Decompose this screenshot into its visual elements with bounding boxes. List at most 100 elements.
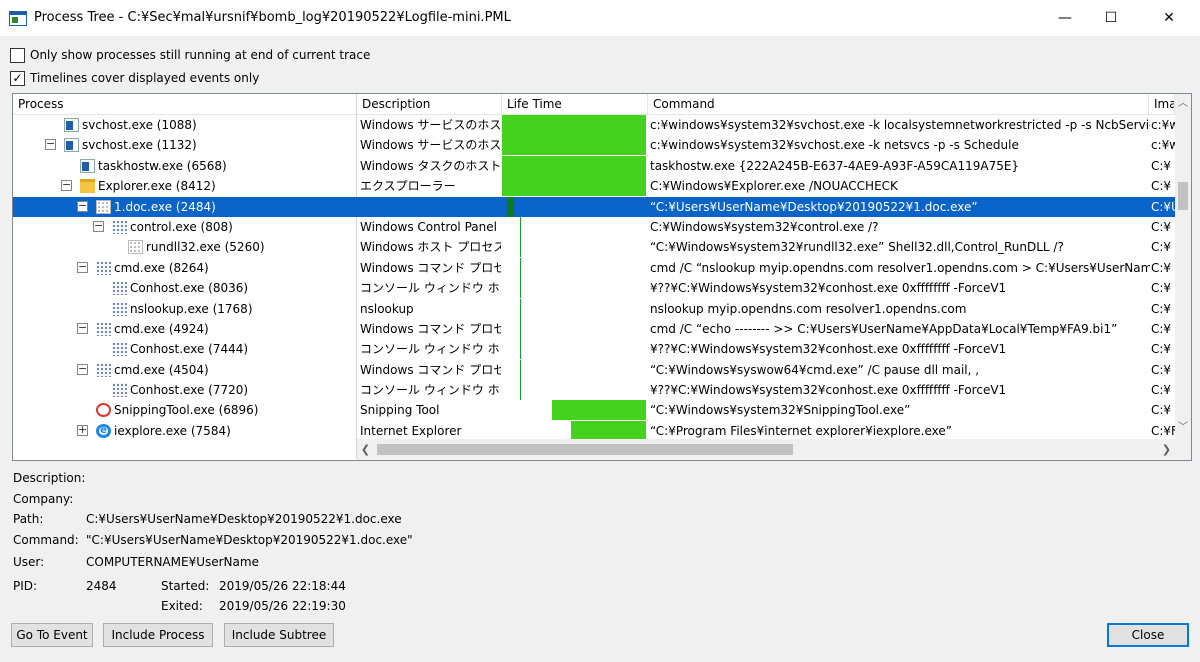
- collapse-node-icon[interactable]: −: [77, 261, 88, 273]
- table-row[interactable]: SnippingTool.exe (6896) Snipping Tool “C:¥…: [13, 400, 1175, 421]
- column-header-description[interactable]: Description: [357, 94, 502, 114]
- command-cell: “C:¥Users¥UserName¥Desktop¥20190522¥1.do…: [650, 199, 978, 214]
- lifetime-cell: [502, 237, 646, 258]
- table-row[interactable]: − svchost.exe (1132) Windows サービスのホスト ... c…: [13, 135, 1175, 156]
- collapse-node-icon[interactable]: −: [45, 138, 56, 151]
- description-cell: コンソール ウィンドウ ホスト: [360, 281, 501, 296]
- image-path-cell: C:¥: [1151, 281, 1172, 296]
- table-row[interactable]: rundll32.exe (5260) Windows ホスト プロセス (...…: [13, 237, 1175, 258]
- lifetime-cell: [502, 115, 646, 135]
- column-header-process[interactable]: Process: [13, 94, 357, 114]
- maximize-button[interactable]: ☐: [1088, 0, 1134, 36]
- only-running-checkbox[interactable]: [10, 47, 25, 63]
- description-cell: Windows ホスト プロセス (...: [360, 240, 501, 255]
- lifetime-tick: [520, 237, 521, 258]
- image-path-cell: C:¥: [1151, 240, 1172, 255]
- include-subtree-button[interactable]: Include Subtree: [224, 623, 334, 647]
- image-path-cell: C:¥: [1151, 219, 1172, 234]
- console-app-icon: [112, 342, 127, 357]
- process-name: cmd.exe (4504): [114, 362, 209, 377]
- command-cell: nslookup myip.opendns.com resolver1.open…: [650, 301, 967, 316]
- collapse-node-icon[interactable]: −: [61, 179, 72, 192]
- collapse-node-icon[interactable]: −: [77, 363, 88, 375]
- scroll-left-arrow-icon[interactable]: ❮: [357, 439, 374, 460]
- table-row[interactable]: − cmd.exe (4504) Windows コマンド プロセッサ “C:¥Win…: [13, 359, 1175, 380]
- description-cell: Windows サービスのホスト ...: [360, 118, 501, 132]
- command-cell: c:¥windows¥system32¥svchost.exe -k netsv…: [650, 138, 1019, 153]
- process-name: cmd.exe (8264): [114, 260, 209, 275]
- table-row[interactable]: − control.exe (808) Windows Control Panel C…: [13, 216, 1175, 237]
- collapse-node-icon[interactable]: −: [77, 322, 88, 334]
- vertical-scroll-thumb[interactable]: [1178, 182, 1188, 210]
- horizontal-scroll-thumb[interactable]: [377, 444, 793, 455]
- scroll-down-arrow-icon[interactable]: ﹀: [1175, 420, 1191, 436]
- scroll-up-arrow-icon[interactable]: ︿: [1175, 96, 1191, 112]
- table-row[interactable]: Conhost.exe (7720) コンソール ウィンドウ ホスト ¥??¥C:¥…: [13, 380, 1175, 401]
- process-rows: svchost.exe (1088) Windows サービスのホスト ... c:…: [13, 115, 1175, 439]
- started-label: Started:: [161, 579, 210, 593]
- expand-node-icon[interactable]: +: [77, 424, 88, 436]
- exited-value: 2019/05/26 22:19:30: [219, 599, 346, 613]
- image-path-cell: C:¥: [1151, 158, 1172, 173]
- process-cell: + e iexplore.exe (7584): [13, 421, 356, 439]
- process-name: Conhost.exe (7720): [130, 383, 249, 398]
- table-row[interactable]: + e iexplore.exe (7584) Internet Explorer “C…: [13, 420, 1175, 439]
- minimize-button[interactable]: —: [1042, 0, 1088, 36]
- only-running-option[interactable]: Only show processes still running at end…: [10, 46, 370, 64]
- table-row[interactable]: svchost.exe (1088) Windows サービスのホスト ... c:…: [13, 115, 1175, 135]
- include-process-button[interactable]: Include Process: [103, 623, 213, 647]
- timelines-option[interactable]: ✓ Timelines cover displayed events only: [10, 69, 259, 87]
- image-path-cell: C:¥: [1151, 260, 1172, 275]
- lifetime-tick: [520, 257, 521, 278]
- console-app-icon: [96, 260, 111, 275]
- close-window-button[interactable]: ✕: [1146, 0, 1192, 36]
- process-name: svchost.exe (1132): [82, 138, 197, 153]
- scroll-right-arrow-icon[interactable]: ❯: [1158, 439, 1175, 460]
- collapse-node-icon[interactable]: −: [77, 200, 88, 212]
- table-row[interactable]: Conhost.exe (8036) コンソール ウィンドウ ホスト ¥??¥C:¥…: [13, 278, 1175, 299]
- column-header-image[interactable]: Ima: [1149, 94, 1175, 114]
- column-header-row: Process Description Life Time Command Im…: [13, 94, 1175, 115]
- process-name: svchost.exe (1088): [82, 118, 197, 132]
- lifetime-tick: [520, 278, 521, 299]
- description-cell: nslookup: [360, 301, 414, 316]
- image-path-cell: C:¥: [1151, 301, 1172, 316]
- description-label: Description:: [13, 471, 86, 485]
- command-label: Command:: [13, 533, 79, 547]
- table-row[interactable]: nslookup.exe (1768) nslookup nslookup myip…: [13, 298, 1175, 319]
- table-row[interactable]: − cmd.exe (8264) Windows コマンド プロセッサ cmd /C …: [13, 257, 1175, 278]
- process-cell: Conhost.exe (7444): [13, 339, 356, 359]
- timelines-checkbox[interactable]: ✓: [10, 70, 25, 86]
- command-cell: “C:¥Windows¥system32¥rundll32.exe” Shell…: [650, 240, 1064, 255]
- process-tree-list[interactable]: Process Description Life Time Command Im…: [12, 93, 1192, 461]
- lifetime-cell: [502, 339, 646, 360]
- console-app-icon: [112, 219, 127, 234]
- lifetime-cell: [502, 298, 646, 319]
- path-label: Path:: [13, 512, 44, 526]
- snipping-tool-icon: [96, 403, 111, 418]
- internet-explorer-icon: e: [96, 423, 111, 438]
- close-button[interactable]: Close: [1107, 623, 1189, 647]
- go-to-event-button[interactable]: Go To Event: [11, 623, 93, 647]
- vertical-scrollbar[interactable]: ︿ ﹀: [1175, 94, 1191, 460]
- command-cell: “C:¥Program Files¥internet explorer¥iexp…: [650, 423, 952, 438]
- horizontal-scrollbar[interactable]: ❮ ❯: [357, 439, 1175, 460]
- process-name: rundll32.exe (5260): [146, 240, 265, 255]
- command-value: "C:¥Users¥UserName¥Desktop¥20190522¥1.do…: [86, 533, 413, 547]
- column-header-lifetime[interactable]: Life Time: [502, 94, 648, 114]
- lifetime-cell: [502, 318, 646, 339]
- description-cell: コンソール ウィンドウ ホスト: [360, 383, 501, 398]
- table-row[interactable]: taskhostw.exe (6568) Windows タスクのホスト プ...…: [13, 155, 1175, 176]
- table-row[interactable]: Conhost.exe (7444) コンソール ウィンドウ ホスト ¥??¥C:¥…: [13, 339, 1175, 360]
- description-cell: エクスプローラー: [360, 179, 456, 194]
- lifetime-cell: [502, 176, 646, 197]
- console-app-icon: [112, 383, 127, 398]
- only-running-label: Only show processes still running at end…: [30, 48, 371, 62]
- column-header-command[interactable]: Command: [648, 94, 1149, 114]
- table-row[interactable]: − 1.doc.exe (2484) “C:¥Users¥UserName¥Desk…: [13, 196, 1175, 217]
- table-row[interactable]: − Explorer.exe (8412) エクスプローラー C:¥Windows¥E…: [13, 176, 1175, 197]
- timelines-label: Timelines cover displayed events only: [30, 71, 260, 85]
- lifetime-bar: [571, 420, 646, 439]
- table-row[interactable]: − cmd.exe (4924) Windows コマンド プロセッサ cmd /C …: [13, 318, 1175, 339]
- collapse-node-icon[interactable]: −: [93, 220, 104, 232]
